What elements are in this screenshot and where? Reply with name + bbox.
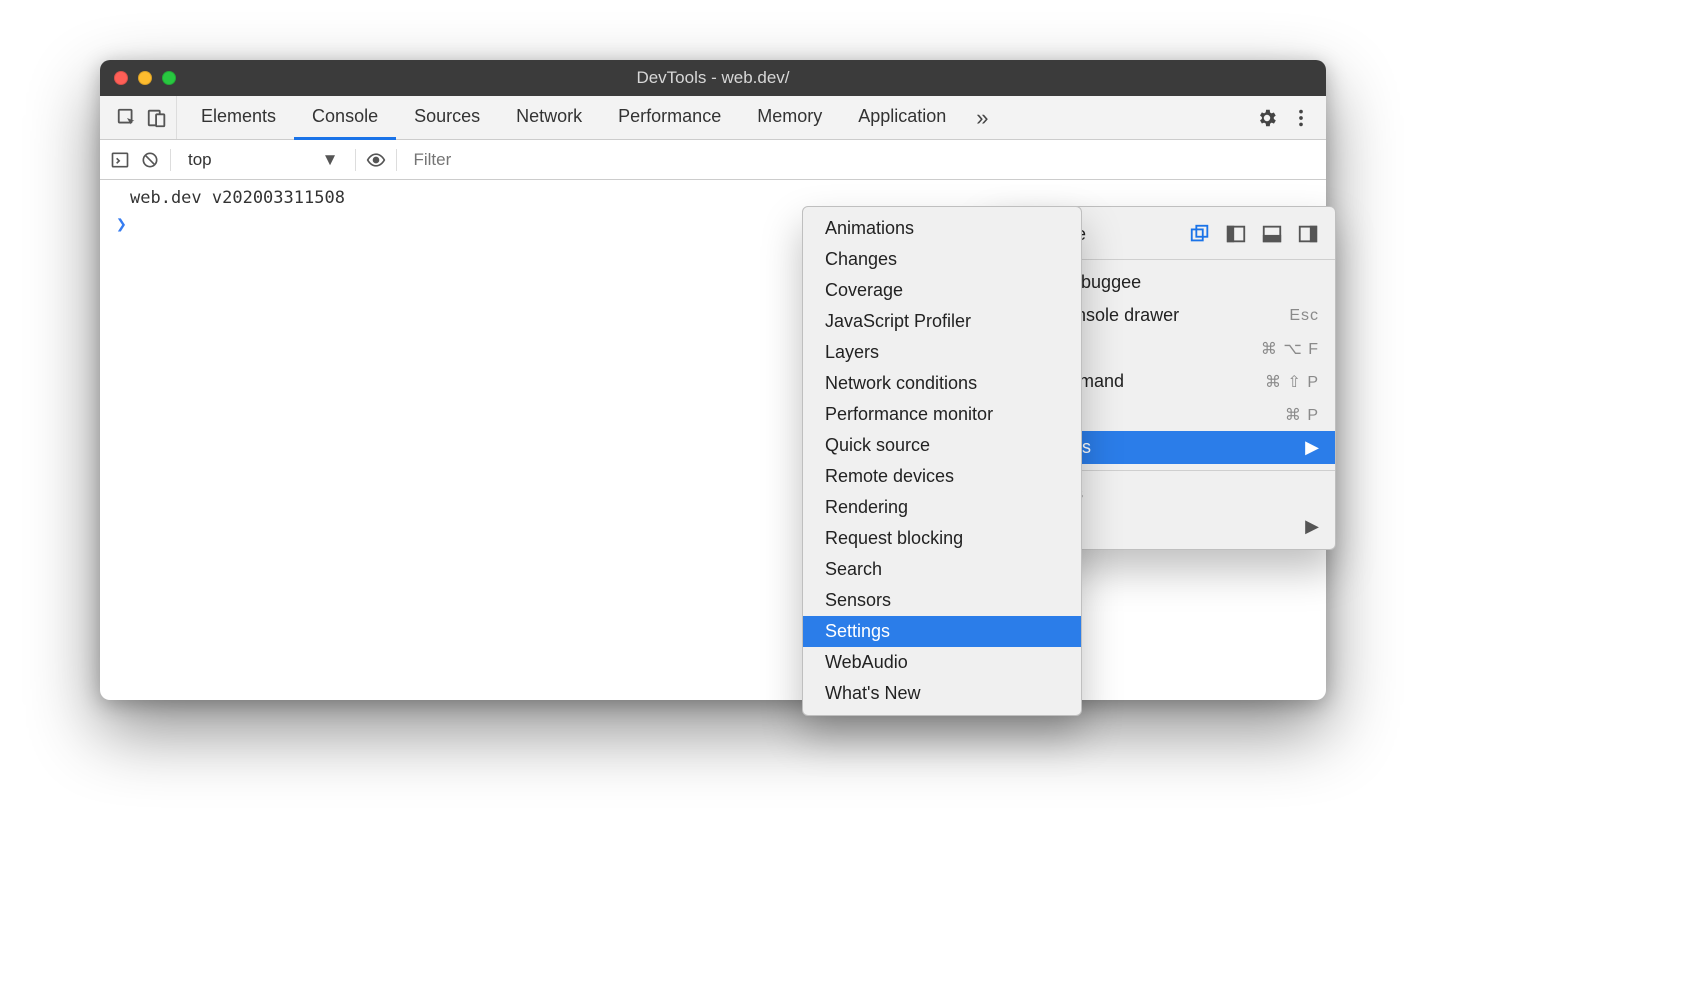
- dock-left-icon[interactable]: [1225, 223, 1247, 245]
- submenu-arrow-icon: ▶: [1305, 516, 1319, 537]
- close-window-button[interactable]: [114, 71, 128, 85]
- tab-console[interactable]: Console: [294, 96, 396, 140]
- tab-performance[interactable]: Performance: [600, 96, 739, 140]
- live-expression-eye-icon[interactable]: [366, 150, 386, 170]
- submenu-item-network-conditions[interactable]: Network conditions: [803, 368, 1081, 399]
- console-toolbar: top ▼: [100, 140, 1326, 180]
- more-tools-submenu: AnimationsChangesCoverageJavaScript Prof…: [802, 206, 1082, 716]
- chevron-down-icon: ▼: [322, 150, 339, 170]
- submenu-item-layers[interactable]: Layers: [803, 337, 1081, 368]
- submenu-item-request-blocking[interactable]: Request blocking: [803, 523, 1081, 554]
- submenu-item-sensors[interactable]: Sensors: [803, 585, 1081, 616]
- tab-elements[interactable]: Elements: [183, 96, 294, 140]
- submenu-item-search[interactable]: Search: [803, 554, 1081, 585]
- submenu-item-remote-devices[interactable]: Remote devices: [803, 461, 1081, 492]
- submenu-item-javascript-profiler[interactable]: JavaScript Profiler: [803, 306, 1081, 337]
- tab-network[interactable]: Network: [498, 96, 600, 140]
- submenu-item-animations[interactable]: Animations: [803, 213, 1081, 244]
- submenu-item-webaudio[interactable]: WebAudio: [803, 647, 1081, 678]
- tab-sources[interactable]: Sources: [396, 96, 498, 140]
- submenu-item-changes[interactable]: Changes: [803, 244, 1081, 275]
- window-title: DevTools - web.dev/: [100, 68, 1326, 88]
- devtools-window: DevTools - web.dev/ ElementsCons: [100, 60, 1326, 700]
- submenu-item-what-s-new[interactable]: What's New: [803, 678, 1081, 709]
- titlebar: DevTools - web.dev/: [100, 60, 1326, 96]
- execution-context-selector[interactable]: top ▼: [181, 146, 345, 174]
- submenu-arrow-icon: ▶: [1305, 437, 1319, 458]
- inspect-element-icon[interactable]: [116, 107, 138, 129]
- tab-application[interactable]: Application: [840, 96, 964, 140]
- console-filter-input[interactable]: [407, 146, 687, 174]
- submenu-item-performance-monitor[interactable]: Performance monitor: [803, 399, 1081, 430]
- dock-bottom-icon[interactable]: [1261, 223, 1283, 245]
- zoom-window-button[interactable]: [162, 71, 176, 85]
- tab-memory[interactable]: Memory: [739, 96, 840, 140]
- main-menu-kebab-icon[interactable]: [1290, 107, 1312, 129]
- traffic-lights: [114, 71, 176, 85]
- clear-console-icon[interactable]: [140, 150, 160, 170]
- submenu-item-coverage[interactable]: Coverage: [803, 275, 1081, 306]
- tabs-overflow-button[interactable]: »: [964, 96, 1000, 139]
- dock-right-icon[interactable]: [1297, 223, 1319, 245]
- context-label: top: [188, 150, 212, 170]
- minimize-window-button[interactable]: [138, 71, 152, 85]
- dock-undock-icon[interactable]: [1189, 223, 1211, 245]
- submenu-item-rendering[interactable]: Rendering: [803, 492, 1081, 523]
- submenu-item-settings[interactable]: Settings: [803, 616, 1081, 647]
- submenu-item-quick-source[interactable]: Quick source: [803, 430, 1081, 461]
- toggle-device-toolbar-icon[interactable]: [146, 107, 168, 129]
- settings-gear-icon[interactable]: [1256, 107, 1278, 129]
- console-sidebar-toggle-icon[interactable]: [110, 150, 130, 170]
- panel-tabstrip: ElementsConsoleSourcesNetworkPerformance…: [100, 96, 1326, 140]
